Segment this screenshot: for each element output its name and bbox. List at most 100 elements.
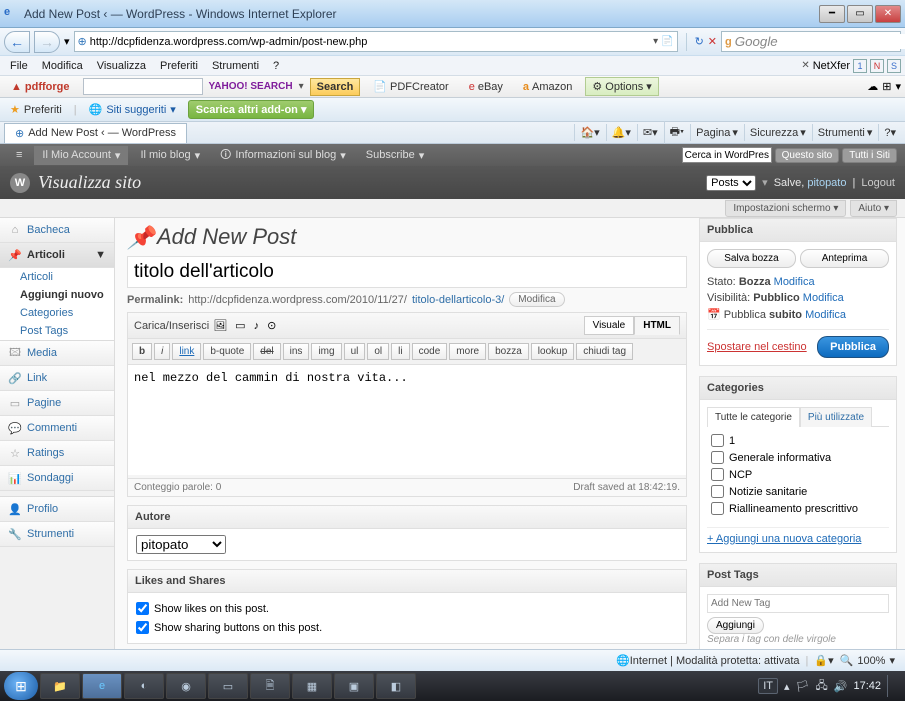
minimize-button[interactable]: ━: [819, 5, 845, 23]
qt-bozza[interactable]: bozza: [488, 343, 529, 360]
download-addons-button[interactable]: Scarica altri add-on ▾: [188, 100, 315, 119]
show-sharing-checkbox[interactable]: [136, 621, 149, 634]
permalink-slug[interactable]: titolo-dellarticolo-3/: [412, 294, 504, 306]
addr-dropdown-icon[interactable]: ▾: [653, 36, 658, 47]
move-to-trash-link[interactable]: Spostare nel cestino: [707, 341, 807, 353]
sidebar-item-tools[interactable]: 🔧Strumenti: [0, 522, 114, 547]
browser-search-bar[interactable]: g 🔍: [721, 31, 901, 52]
permalink-edit-button[interactable]: Modifica: [509, 292, 564, 307]
wp-search-input[interactable]: [682, 147, 772, 163]
url-input[interactable]: [90, 36, 650, 48]
sidebar-subitem-all[interactable]: Articoli: [0, 268, 114, 286]
mail-button[interactable]: ✉▾: [637, 124, 663, 141]
qt-code[interactable]: code: [412, 343, 448, 360]
show-likes-checkbox[interactable]: [136, 602, 149, 615]
sidebar-subitem-tags[interactable]: Post Tags: [0, 322, 114, 340]
publish-heading[interactable]: Pubblica: [700, 219, 896, 242]
logout-link[interactable]: Logout: [861, 177, 895, 189]
history-dropdown-icon[interactable]: ▾: [64, 35, 70, 48]
cat-tab-mostused[interactable]: Più utilizzate: [800, 407, 872, 427]
menu-file[interactable]: File: [4, 58, 34, 74]
menu-edit[interactable]: Modifica: [36, 58, 89, 74]
qt-ins[interactable]: ins: [283, 343, 310, 360]
edit-visibility-link[interactable]: Modifica: [803, 292, 844, 304]
cat-checkbox[interactable]: [711, 451, 724, 464]
help-button[interactable]: ?▾: [878, 124, 901, 141]
tk-app5[interactable]: ▦: [292, 673, 332, 699]
tk-explorer[interactable]: 📁: [40, 673, 80, 699]
ebay-button[interactable]: eeBay: [462, 78, 510, 96]
sidebar-item-dashboard[interactable]: ⌂Bacheca: [0, 218, 114, 243]
cat-tab-all[interactable]: Tutte le categorie: [707, 407, 800, 427]
security-menu[interactable]: Sicurezza▾: [744, 124, 811, 141]
protected-mode-icon[interactable]: 🔒: [814, 654, 828, 667]
qt-img[interactable]: img: [311, 343, 341, 360]
print-button[interactable]: 🖶▾: [664, 121, 689, 144]
tk-app7[interactable]: ◧: [376, 673, 416, 699]
qt-ul[interactable]: ul: [344, 343, 366, 360]
wp-account-menu[interactable]: Il Mio Account ▾: [34, 146, 128, 165]
browser-search-input[interactable]: [735, 34, 905, 49]
add-category-link[interactable]: + Aggiungi una nuova categoria: [707, 527, 889, 545]
sidebar-item-media[interactable]: 🖾Media: [0, 341, 114, 366]
tag-input[interactable]: [707, 594, 889, 613]
author-heading[interactable]: Autore: [128, 506, 686, 529]
toolbar-search-button[interactable]: Search: [310, 78, 361, 96]
edit-date-link[interactable]: Modifica: [805, 309, 846, 321]
screen-settings-tab[interactable]: Impostazioni schermo ▾: [725, 200, 846, 217]
refresh-button[interactable]: ↻: [695, 35, 704, 48]
wp-subscribe-menu[interactable]: Subscribe ▾: [358, 146, 432, 165]
page-menu[interactable]: Pagina▾: [690, 124, 743, 141]
browser-tab[interactable]: ⊕ Add New Post ‹ — WordPress: [4, 123, 187, 143]
preview-button[interactable]: Anteprima: [800, 249, 889, 268]
clock[interactable]: 17:42: [853, 680, 881, 692]
sidebar-subitem-categories[interactable]: Categories: [0, 304, 114, 322]
add-media-icon[interactable]: ⊙: [267, 319, 276, 332]
amazon-button[interactable]: aAmazon: [516, 78, 579, 96]
qt-close[interactable]: chiudi tag: [576, 343, 633, 360]
cat-checkbox[interactable]: [711, 485, 724, 498]
wp-bloginfo-menu[interactable]: 🛈 Informazioni sul blog ▾: [212, 143, 354, 168]
sidebar-item-pages[interactable]: ▭Pagine: [0, 391, 114, 416]
wp-thissite-button[interactable]: Questo sito: [775, 148, 840, 163]
wp-logo-icon[interactable]: W: [10, 173, 30, 193]
tray-network-icon[interactable]: 🖧: [816, 677, 828, 696]
cat-checkbox[interactable]: [711, 468, 724, 481]
sidebar-item-ratings[interactable]: ☆Ratings: [0, 441, 114, 466]
address-bar[interactable]: ⊕ ▾ 📄: [74, 31, 678, 52]
tools-menu[interactable]: Strumenti▾: [812, 124, 878, 141]
sidebar-subitem-addnew[interactable]: Aggiungi nuovo: [0, 286, 114, 304]
author-select[interactable]: pitopato: [136, 535, 226, 554]
tray-chevron-icon[interactable]: ▴: [784, 680, 790, 693]
add-image-icon[interactable]: 🖼: [213, 319, 227, 332]
wp-allsites-button[interactable]: Tutti i Siti: [842, 148, 897, 163]
forward-button[interactable]: →: [34, 31, 60, 53]
qt-link[interactable]: link: [172, 343, 201, 360]
tk-app6[interactable]: ▣: [334, 673, 374, 699]
help-tab[interactable]: Aiuto ▾: [850, 200, 897, 217]
tool-icon-2[interactable]: ⊞: [882, 80, 891, 93]
sidebar-item-comments[interactable]: 💬Commenti: [0, 416, 114, 441]
cat-checkbox[interactable]: [711, 434, 724, 447]
qt-more[interactable]: more: [449, 343, 486, 360]
tool-icon-1[interactable]: ☁: [867, 80, 878, 93]
tray-volume-icon[interactable]: 🔊: [834, 680, 848, 693]
qt-bquote[interactable]: b-quote: [203, 343, 251, 360]
categories-heading[interactable]: Categories: [700, 377, 896, 400]
cat-checkbox[interactable]: [711, 502, 724, 515]
maximize-button[interactable]: ▭: [847, 5, 873, 23]
qt-italic[interactable]: i: [154, 343, 170, 360]
wp-blog-menu[interactable]: Il mio blog ▾: [132, 146, 208, 165]
pdfcreator-button[interactable]: 📄PDFCreator: [366, 77, 455, 96]
tab-html[interactable]: HTML: [634, 316, 680, 335]
tab-visual[interactable]: Visuale: [584, 316, 635, 335]
tk-app1[interactable]: ◐: [124, 673, 164, 699]
lang-indicator[interactable]: IT: [758, 678, 778, 694]
tag-add-button[interactable]: Aggiungi: [707, 617, 764, 634]
menu-pref[interactable]: Preferiti: [154, 58, 204, 74]
qt-ol[interactable]: ol: [367, 343, 389, 360]
sidebar-item-profile[interactable]: 👤Profilo: [0, 497, 114, 522]
favorites-button[interactable]: ★ Preferiti: [4, 101, 68, 118]
profile-link[interactable]: pitopato: [807, 177, 846, 189]
tk-app3[interactable]: ▭: [208, 673, 248, 699]
